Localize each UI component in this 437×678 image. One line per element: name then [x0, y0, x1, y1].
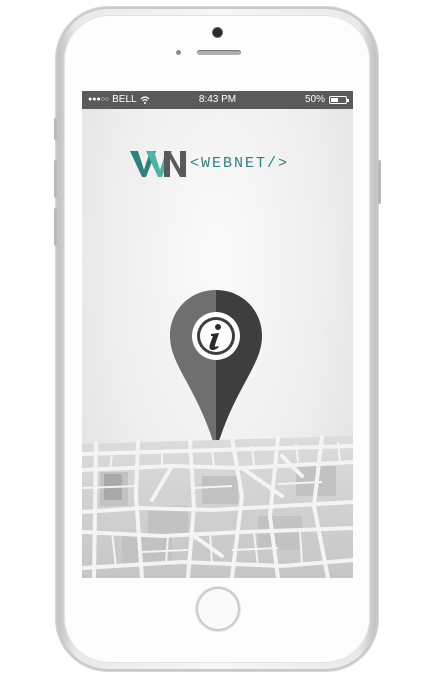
volume-down-button	[54, 208, 57, 246]
app-screen: ●●●○○ BELL 8:43 PM 50% <WEBNET/>	[82, 91, 353, 578]
battery-tip	[347, 99, 349, 102]
brand-logo: <WEBNET/>	[130, 148, 289, 178]
webnet-logo-icon	[130, 151, 186, 177]
battery-icon	[329, 96, 349, 104]
volume-up-button	[54, 160, 57, 198]
brand-wordmark: <WEBNET/>	[190, 154, 290, 172]
front-camera	[213, 28, 222, 37]
location-pin-icon[interactable]	[168, 288, 264, 453]
street-map-icon	[82, 436, 353, 578]
power-button	[378, 160, 381, 204]
mute-switch	[54, 118, 57, 140]
earpiece-speaker	[197, 50, 241, 55]
proximity-sensor	[176, 50, 181, 55]
info-icon	[192, 312, 240, 360]
home-button[interactable]	[196, 587, 240, 631]
battery-percent: 50%	[304, 94, 325, 105]
status-bar: ●●●○○ BELL 8:43 PM 50%	[82, 91, 353, 109]
battery-fill	[331, 98, 338, 102]
status-right: 50%	[304, 91, 349, 109]
